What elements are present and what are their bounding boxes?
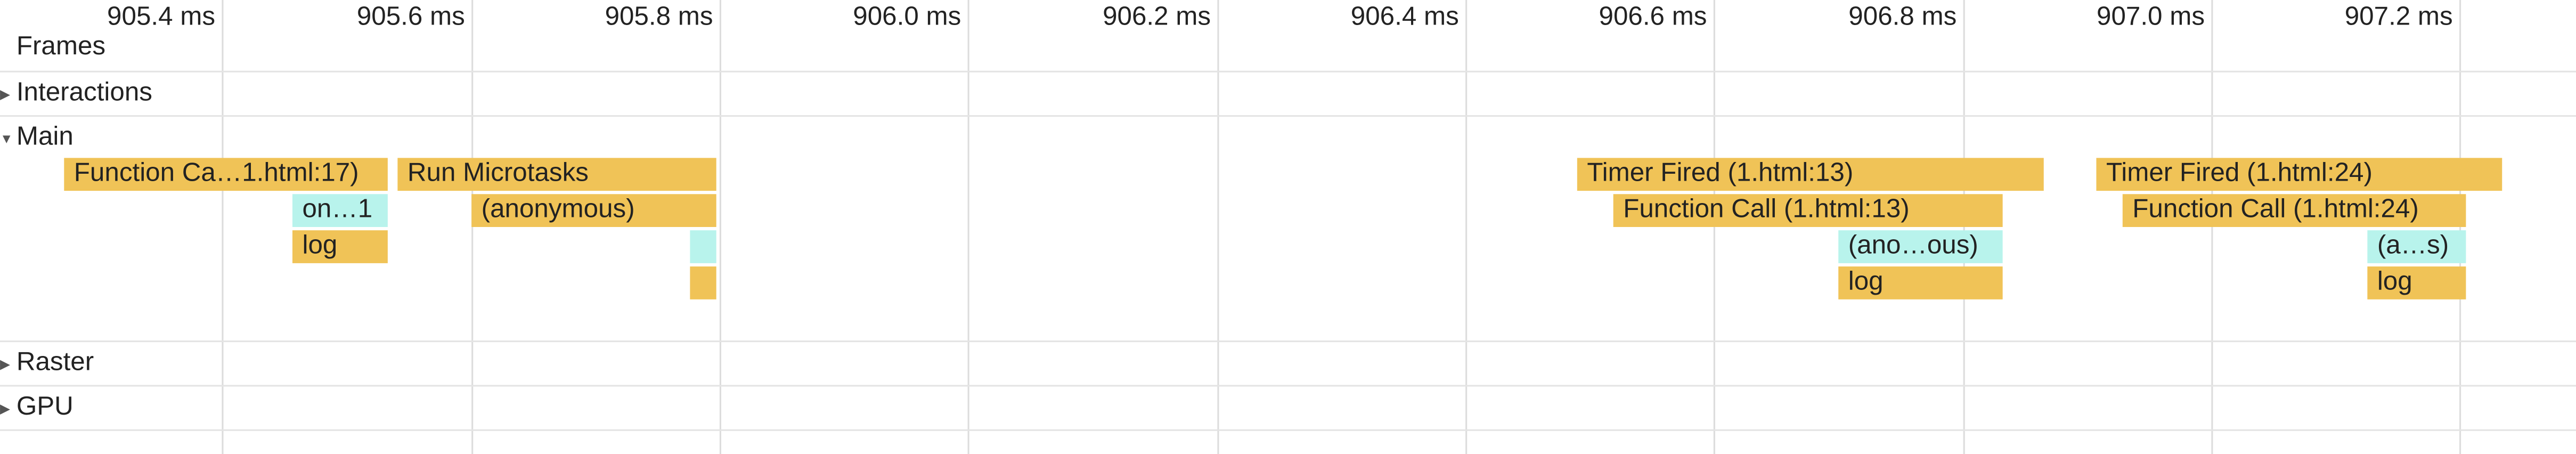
- time-tick: 906.8 ms: [1848, 3, 1957, 31]
- flame-block-log[interactable]: log: [1838, 266, 2003, 299]
- time-tick: 905.4 ms: [107, 3, 216, 31]
- time-tick: 906.0 ms: [853, 3, 961, 31]
- time-tick: 905.8 ms: [605, 3, 713, 31]
- flame-block-anonymous[interactable]: (a…s): [2367, 230, 2466, 263]
- track-divider: [0, 115, 2576, 117]
- flame-block-small[interactable]: [690, 266, 716, 299]
- track-frames-label: Frames: [16, 33, 106, 61]
- flame-block-function-call[interactable]: Function Ca…1.html:17): [64, 158, 388, 191]
- time-tick: 907.0 ms: [2097, 3, 2205, 31]
- time-tick: 907.2 ms: [2344, 3, 2453, 31]
- disclosure-right-icon: ▶: [0, 356, 10, 371]
- disclosure-right-icon: ▶: [0, 400, 10, 416]
- track-raster[interactable]: ▶ Raster: [0, 344, 94, 383]
- flame-block-anonymous[interactable]: (anonymous): [471, 194, 716, 228]
- track-label: GPU: [16, 393, 74, 421]
- track-main[interactable]: ▼ Main: [0, 118, 74, 158]
- disclosure-right-icon: ▶: [0, 86, 10, 101]
- flame-block-function-call[interactable]: Function Call (1.html:24): [2122, 194, 2466, 228]
- flame-block-microtask[interactable]: [690, 230, 716, 263]
- disclosure-down-icon: ▼: [0, 131, 13, 146]
- flame-block-on[interactable]: on…1: [292, 194, 388, 228]
- performance-timeline: 905.4 ms 905.6 ms 905.8 ms 906.0 ms 906.…: [0, 0, 2576, 454]
- track-gpu[interactable]: ▶ GPU: [0, 388, 74, 428]
- time-tick: 906.4 ms: [1350, 3, 1459, 31]
- flame-block-log[interactable]: log: [2367, 266, 2466, 299]
- track-divider: [0, 340, 2576, 343]
- track-label: Raster: [16, 348, 94, 377]
- flame-block-function-call[interactable]: Function Call (1.html:13): [1613, 194, 2003, 228]
- time-tick: 906.2 ms: [1103, 3, 1211, 31]
- flame-block-timer-fired[interactable]: Timer Fired (1.html:13): [1577, 158, 2044, 191]
- flame-block-run-microtasks[interactable]: Run Microtasks: [397, 158, 716, 191]
- track-interactions[interactable]: ▶ Interactions: [0, 74, 152, 114]
- time-tick: 906.6 ms: [1599, 3, 1707, 31]
- flame-block-timer-fired[interactable]: Timer Fired (1.html:24): [2096, 158, 2502, 191]
- flame-block-log[interactable]: log: [292, 230, 388, 263]
- track-divider: [0, 429, 2576, 431]
- time-tick: 905.6 ms: [356, 3, 465, 31]
- track-label: Interactions: [16, 79, 152, 107]
- flame-block-anonymous[interactable]: (ano…ous): [1838, 230, 2003, 263]
- track-divider: [0, 70, 2576, 72]
- track-divider: [0, 385, 2576, 387]
- track-label: Main: [16, 123, 74, 152]
